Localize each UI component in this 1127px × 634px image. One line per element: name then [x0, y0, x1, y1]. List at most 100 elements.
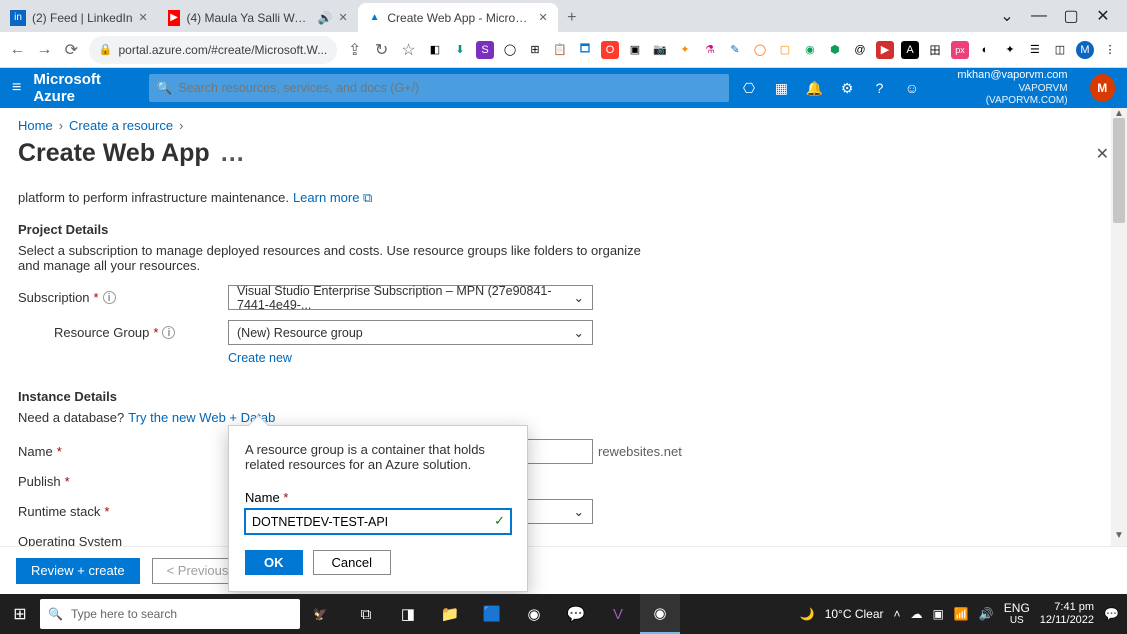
ext-icon[interactable]: ⊞ [526, 41, 544, 59]
address-bar[interactable]: 🔒 portal.azure.com/#create/Microsoft.W..… [89, 36, 337, 64]
tray-icon[interactable]: ▣ [933, 607, 944, 621]
close-icon[interactable]: ✕ [1096, 144, 1109, 164]
ok-button[interactable]: OK [245, 550, 303, 575]
ext-icon[interactable]: ▶ [876, 41, 894, 59]
scrollbar[interactable]: ▲ ▼ [1111, 108, 1127, 546]
chrome-icon[interactable]: ◉ [514, 594, 554, 634]
avatar[interactable]: M [1090, 74, 1115, 102]
ext-icon[interactable]: ◉ [801, 41, 819, 59]
notifications-icon[interactable]: 💬 [1104, 607, 1119, 621]
forward-icon[interactable]: → [35, 39, 54, 61]
taskbar-search[interactable]: 🔍 Type here to search [40, 599, 300, 629]
hamburger-icon[interactable]: ≡ [12, 79, 21, 97]
volume-icon[interactable]: 🔊 [979, 607, 994, 621]
user-email: mkhan@vaporvm.com [946, 69, 1068, 82]
weather-text[interactable]: 10°C Clear [825, 607, 884, 621]
ext-icon[interactable]: A [901, 41, 919, 59]
bookmark-icon[interactable]: ☆ [399, 39, 418, 61]
chrome-icon[interactable]: ◉ [640, 594, 680, 634]
ext-icon[interactable]: ✎ [726, 41, 744, 59]
breadcrumb-resource[interactable]: Create a resource [69, 118, 173, 133]
minimize-icon[interactable]: — [1029, 7, 1049, 25]
ext-icon[interactable]: ◧ [426, 41, 444, 59]
subscription-select[interactable]: Visual Studio Enterprise Subscription – … [228, 285, 593, 310]
cloud-shell-icon[interactable]: ⎔ [741, 80, 757, 97]
browser-tab-linkedin[interactable]: in (2) Feed | LinkedIn ✕ [0, 3, 158, 32]
close-icon[interactable]: ✕ [339, 11, 348, 24]
ext-icon[interactable]: O [601, 41, 619, 59]
ext-icon[interactable]: @ [851, 41, 869, 59]
chevron-down-icon[interactable]: ⌄ [997, 6, 1017, 26]
start-button[interactable]: ⊞ [0, 594, 40, 634]
more-icon[interactable]: … [220, 139, 245, 168]
portal-search[interactable]: 🔍 [149, 74, 729, 102]
whatsapp-icon[interactable]: 💬 [556, 594, 596, 634]
resource-group-name-input[interactable] [245, 509, 511, 534]
help-icon[interactable]: ? [871, 80, 887, 96]
app-icon[interactable]: 🟦 [472, 594, 512, 634]
portal-brand[interactable]: Microsoft Azure [33, 71, 136, 105]
review-create-button[interactable]: Review + create [16, 558, 140, 584]
cancel-button[interactable]: Cancel [313, 550, 391, 575]
side-panel-icon[interactable]: ◫ [1051, 41, 1069, 59]
breadcrumb-home[interactable]: Home [18, 118, 53, 133]
close-icon[interactable]: ✕ [139, 11, 148, 24]
ext-icon[interactable]: ◯ [501, 41, 519, 59]
browser-tab-youtube[interactable]: ▶ (4) Maula Ya Salli Wa Sallim . 🔊 ✕ [158, 3, 358, 32]
ext-icon[interactable]: 🗖 [576, 41, 594, 59]
reading-list-icon[interactable]: ☰ [1026, 41, 1044, 59]
ext-icon[interactable]: ◯ [751, 41, 769, 59]
create-new-link[interactable]: Create new [228, 351, 1109, 365]
ext-icon[interactable]: S [476, 41, 494, 59]
ext-icon[interactable]: ⚗ [701, 41, 719, 59]
update-icon[interactable]: ↻ [372, 39, 391, 61]
extensions-icon[interactable]: ✦ [1001, 41, 1019, 59]
share-icon[interactable]: ⇪ [345, 39, 364, 61]
ext-icon[interactable]: 📷 [651, 41, 669, 59]
taskbar-clock[interactable]: 7:41 pm 12/11/2022 [1040, 601, 1094, 626]
explorer-icon[interactable]: 📁 [430, 594, 470, 634]
new-tab-button[interactable]: + [558, 4, 586, 32]
language-indicator[interactable]: ENGUS [1004, 602, 1030, 626]
visualstudio-icon[interactable]: V [598, 594, 638, 634]
maximize-icon[interactable]: ▢ [1061, 6, 1081, 26]
ext-icon[interactable]: ⬢ [826, 41, 844, 59]
row-name: Name* rewebsites.net [18, 439, 1109, 464]
info-icon[interactable]: i [103, 291, 116, 304]
eagle-icon[interactable]: 🦅 [300, 607, 340, 621]
scroll-down-icon[interactable]: ▼ [1111, 530, 1127, 546]
directories-icon[interactable]: ▦ [773, 80, 789, 97]
wifi-icon[interactable]: 📶 [954, 607, 969, 621]
app-icon[interactable]: ◨ [388, 594, 428, 634]
ext-icon[interactable]: 📋 [551, 41, 569, 59]
portal-search-input[interactable] [178, 81, 720, 95]
portal-user[interactable]: mkhan@vaporvm.com VAPORVM (VAPORVM.COM) [946, 69, 1068, 106]
reload-icon[interactable]: ⟳ [62, 39, 81, 61]
feedback-icon[interactable]: ☺ [904, 80, 920, 96]
taskview-icon[interactable]: ⧉ [346, 594, 386, 634]
chevron-up-icon[interactable]: ˄ [894, 607, 901, 621]
ext-icon[interactable]: ◐ [976, 41, 994, 59]
gear-icon[interactable]: ⚙ [839, 80, 855, 97]
info-icon[interactable]: i [162, 326, 175, 339]
audio-icon[interactable]: 🔊 [318, 11, 333, 25]
ext-icon[interactable]: ▣ [626, 41, 644, 59]
kebab-menu-icon[interactable]: ⋮ [1101, 41, 1119, 59]
ext-icon[interactable]: ✦ [676, 41, 694, 59]
resource-group-select[interactable]: (New) Resource group ⌄ [228, 320, 593, 345]
scrollbar-thumb[interactable] [1113, 118, 1125, 223]
browser-tab-azure[interactable]: ▲ Create Web App - Microsoft Azu ✕ [358, 3, 558, 32]
back-icon[interactable]: ← [8, 39, 27, 61]
ext-icon[interactable]: px [951, 41, 969, 59]
weather-icon[interactable]: 🌙 [800, 607, 815, 621]
learn-more-link[interactable]: Learn more ⧉ [293, 190, 372, 206]
ext-icon[interactable]: ⬇ [451, 41, 469, 59]
close-icon[interactable]: ✕ [539, 11, 548, 24]
profile-avatar[interactable]: M [1076, 41, 1094, 59]
notifications-icon[interactable]: 🔔 [806, 80, 823, 97]
ext-icon[interactable]: ▢ [776, 41, 794, 59]
close-icon[interactable]: ✕ [1093, 6, 1113, 26]
project-help-text: Select a subscription to manage deployed… [18, 243, 658, 273]
ext-icon[interactable]: 田 [926, 41, 944, 59]
onedrive-icon[interactable]: ☁ [911, 607, 923, 621]
